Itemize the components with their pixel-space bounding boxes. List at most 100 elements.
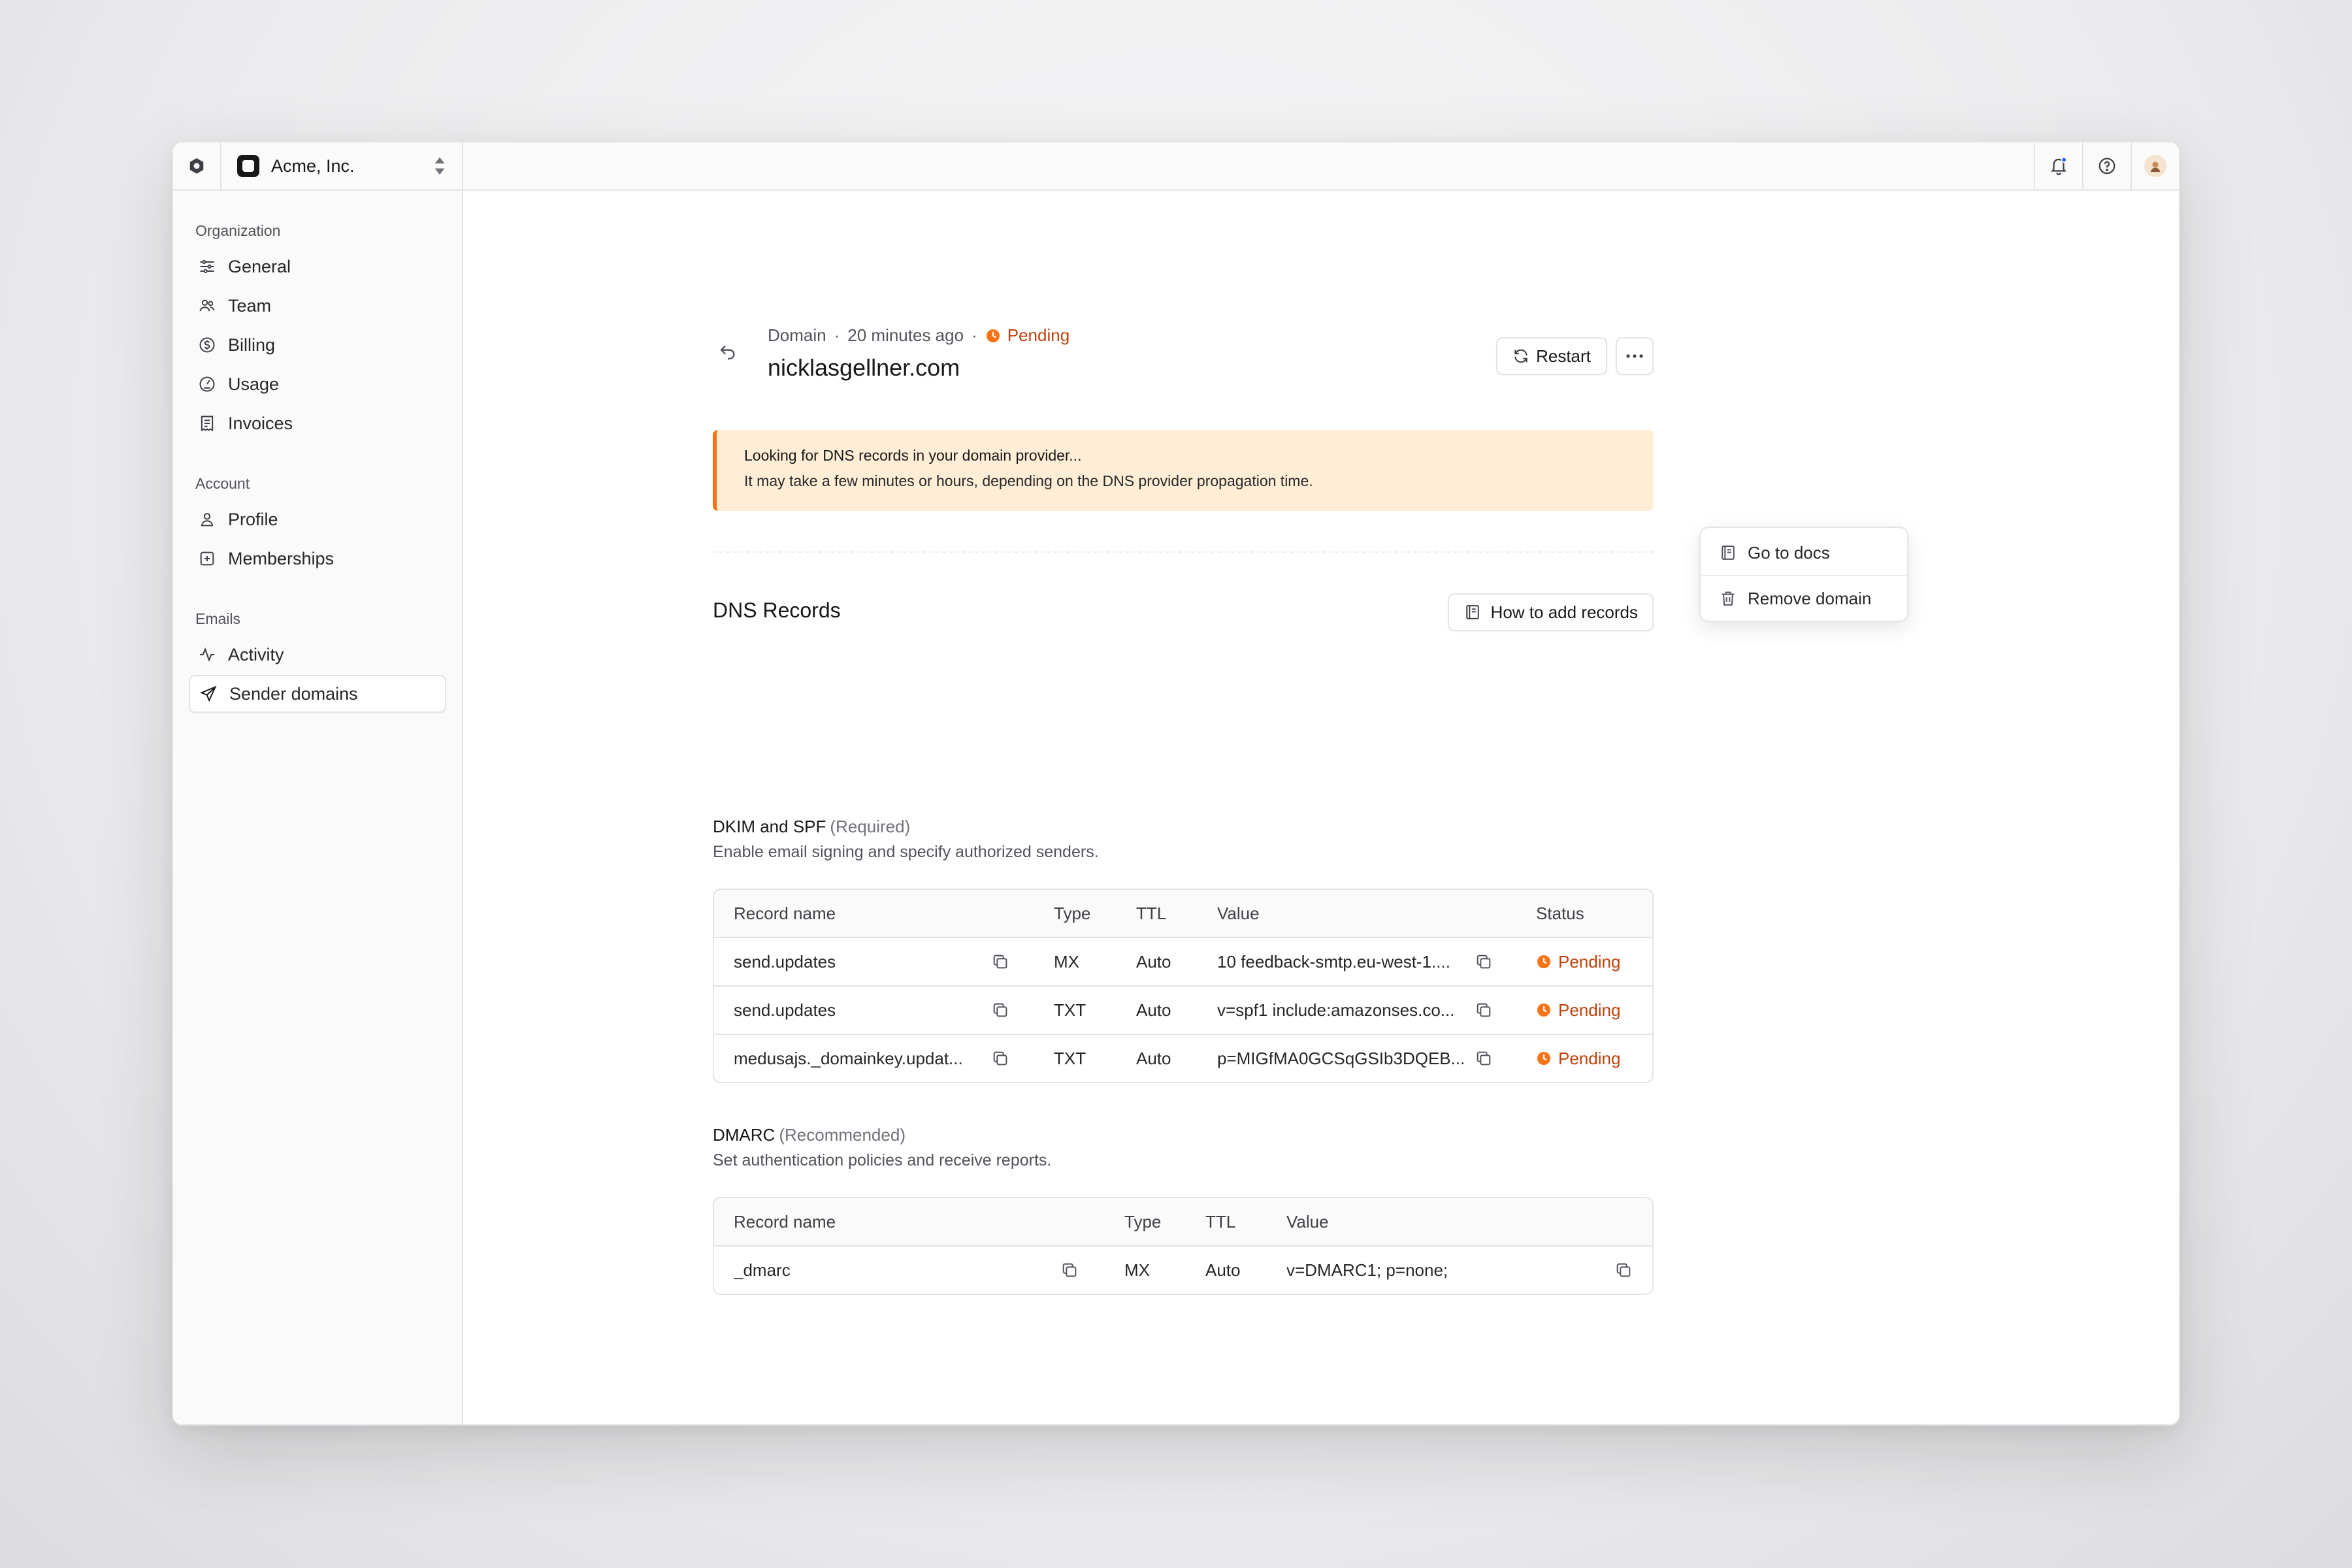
record-type: MX [1054,951,1079,972]
copy-record-value-button[interactable] [1614,1247,1633,1294]
column-header: TTL [1205,1211,1236,1232]
domain-kind: Domain [768,325,826,345]
table-row: send.updates TXT Auto v=spf1 include:ama… [714,985,1652,1034]
copy-icon [1477,1003,1491,1017]
logo-icon [189,158,204,174]
copy-icon [1062,1263,1077,1277]
user-menu-button[interactable] [2131,142,2179,189]
record-type: TXT [1054,1000,1086,1020]
menu-item-remove-domain[interactable]: Remove domain [1705,578,1903,619]
top-bar: Acme, Inc. [173,142,2179,191]
users-icon [198,297,216,315]
sliders-icon [198,257,216,276]
copy-icon [1616,1263,1631,1277]
alert-body: It may take a few minutes or hours, depe… [744,472,1313,489]
copy-icon [993,1051,1007,1066]
refresh-icon [1514,349,1527,363]
copy-record-name-button[interactable] [991,938,1009,985]
clock-icon [1537,1004,1550,1017]
sidebar-item-label: Usage [228,374,280,394]
copy-record-name-button[interactable] [991,1035,1009,1082]
send-icon [199,685,218,703]
record-status: Pending [1536,1035,1620,1082]
column-header: Record name [734,1211,836,1232]
sidebar-item-label: Billing [228,335,276,355]
record-value: p=MIGfMA0GCSqGSIb3DQEB... [1217,1048,1465,1068]
sidebar-item-label: Profile [228,509,278,529]
copy-record-value-button[interactable] [1475,1035,1493,1082]
sidebar-item-invoices[interactable]: Invoices [189,404,446,442]
copy-record-name-button[interactable] [991,987,1009,1034]
back-arrow-icon [720,345,735,360]
domain-meta: Domain · 20 minutes ago · Pending [768,325,1070,345]
app-logo[interactable] [173,142,221,189]
sidebar-item-activity[interactable]: Activity [189,636,446,674]
org-switcher[interactable]: Acme, Inc. [221,142,463,189]
copy-icon [1477,955,1491,969]
copy-icon [993,955,1007,969]
activity-icon [198,645,216,664]
column-header: Value [1286,1211,1329,1232]
sidebar-item-profile[interactable]: Profile [189,500,446,538]
user-icon [198,510,216,529]
record-value: v=DMARC1; p=none; [1286,1260,1448,1280]
clock-icon [1537,1052,1550,1065]
record-name: send.updates [734,951,836,972]
record-status: Pending [1536,987,1620,1034]
status-label: Pending [1007,325,1070,345]
sidebar-item-memberships[interactable]: Memberships [189,540,446,578]
record-status: Pending [1536,938,1620,985]
sidebar-item-label: Activity [228,644,284,664]
sidebar: Organization General Team Billing Usage … [173,191,463,1424]
domain-time: 20 minutes ago [847,325,964,345]
bell-icon [2051,157,2067,176]
sidebar-item-team[interactable]: Team [189,287,446,325]
dns-records-title: DNS Records [713,598,841,622]
column-header: TTL [1136,903,1167,923]
notifications-button[interactable] [2034,142,2082,189]
record-type: MX [1124,1260,1150,1280]
help-button[interactable] [2082,142,2131,189]
section-divider [713,551,1654,553]
dkim-spf-table: Record name Type TTL Value Status send.u… [713,889,1654,1083]
how-to-add-records-button[interactable]: How to add records [1447,593,1654,631]
table-header: Record name Type TTL Value [714,1198,1652,1245]
table-row: send.updates MX Auto 10 feedback-smtp.eu… [714,937,1652,985]
column-header: Type [1124,1211,1162,1232]
column-header: Value [1217,903,1260,923]
menu-item-go-to-docs[interactable]: Go to docs [1705,532,1903,574]
sidebar-item-usage[interactable]: Usage [189,365,446,403]
more-options-menu: Go to docs Remove domain [1699,527,1908,622]
chevron-up-down-icon [434,157,445,175]
dmarc-heading: DMARC (Recommended) [713,1125,906,1145]
sidebar-section-emails: Emails [195,610,241,627]
sidebar-item-label: Team [228,295,272,316]
gauge-icon [198,375,216,393]
more-options-button[interactable] [1616,337,1654,375]
table-row: _dmarc MX Auto v=DMARC1; p=none; [714,1245,1652,1294]
copy-icon [1477,1051,1491,1066]
sidebar-section-organization: Organization [195,222,281,239]
dkim-spf-heading: DKIM and SPF (Required) [713,817,911,836]
avatar [2144,155,2166,177]
dkim-spf-description: Enable email signing and specify authori… [713,843,1099,861]
restart-button[interactable]: Restart [1496,337,1607,375]
table-row: medusajs._domainkey.updat... TXT Auto p=… [714,1034,1652,1082]
help-icon [2099,157,2115,174]
receipt-icon [198,414,216,433]
record-ttl: Auto [1136,951,1171,972]
sidebar-section-account: Account [195,475,250,492]
ellipsis-icon [1626,354,1643,358]
sidebar-item-sender-domains[interactable]: Sender domains [189,675,446,713]
org-avatar [237,155,259,177]
copy-icon [993,1003,1007,1017]
copy-record-name-button[interactable] [1060,1247,1079,1294]
copy-record-value-button[interactable] [1475,938,1493,985]
record-ttl: Auto [1136,1048,1171,1068]
sidebar-item-billing[interactable]: Billing [189,326,446,364]
table-header: Record name Type TTL Value Status [714,890,1652,937]
sidebar-item-general[interactable]: General [189,248,446,286]
copy-record-value-button[interactable] [1475,987,1493,1034]
dollar-circle-icon [198,336,216,354]
back-button[interactable] [717,341,739,363]
